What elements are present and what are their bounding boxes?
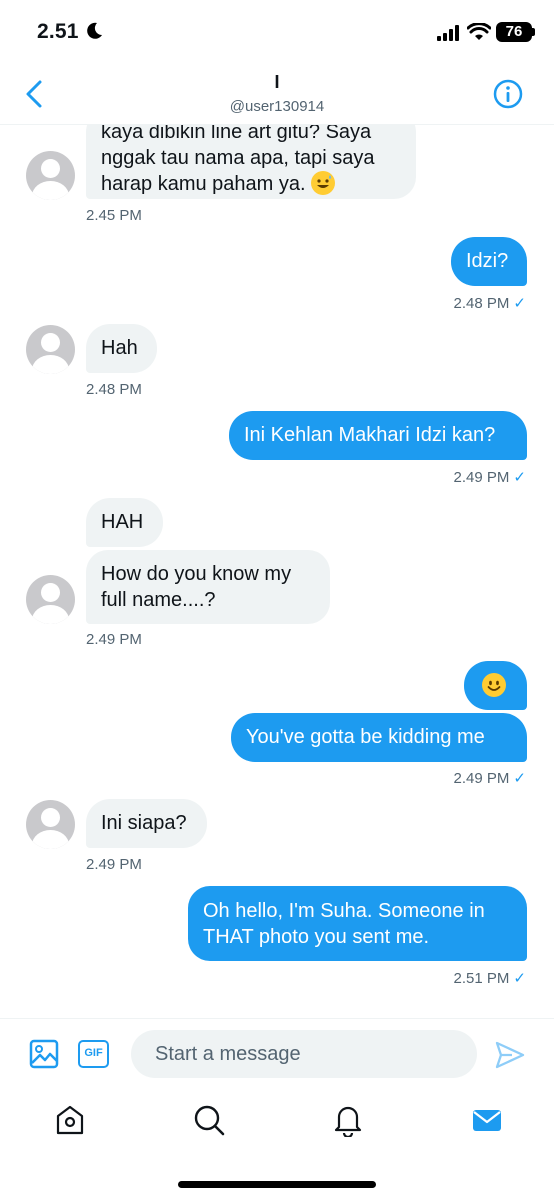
timestamp-text: 2.51 PM bbox=[453, 970, 510, 987]
message-timestamp: 2.49 PM bbox=[86, 856, 142, 873]
contact-handle[interactable]: @user130914 bbox=[0, 98, 554, 115]
battery-indicator: 76 bbox=[496, 22, 532, 42]
wifi-icon bbox=[467, 23, 491, 40]
message-bubble-outgoing[interactable]: Ini Kehlan Makhari Idzi kan? bbox=[229, 411, 527, 460]
message-timestamp: 2.49 PM bbox=[86, 631, 142, 648]
conversation-header: I @user130914 bbox=[0, 66, 554, 125]
message-text: Ini Kehlan Makhari Idzi kan? bbox=[244, 424, 496, 446]
search-icon[interactable] bbox=[192, 1103, 226, 1137]
home-indicator[interactable] bbox=[178, 1181, 376, 1188]
message-timestamp: 2.49 PM ✓ bbox=[454, 468, 526, 486]
message-text: You've gotta be kidding me bbox=[246, 726, 485, 748]
notifications-icon[interactable] bbox=[331, 1103, 365, 1137]
message-line: How do you know my bbox=[101, 563, 292, 585]
info-icon[interactable] bbox=[492, 78, 524, 110]
timestamp-text: 2.49 PM bbox=[453, 469, 510, 486]
message-bubble-incoming[interactable]: Hah bbox=[86, 324, 157, 373]
image-icon[interactable] bbox=[29, 1039, 59, 1069]
message-text: Ini siapa? bbox=[101, 812, 187, 834]
send-icon[interactable] bbox=[494, 1039, 526, 1071]
cellular-signal-icon bbox=[437, 25, 459, 41]
message-text: HAH bbox=[101, 511, 144, 533]
message-bubble-incoming[interactable]: kaya dibikin line art gitu? Saya nggak t… bbox=[86, 124, 416, 199]
gif-button[interactable]: GIF bbox=[78, 1040, 109, 1068]
message-line: full name....? bbox=[101, 589, 216, 611]
moon-icon bbox=[87, 22, 102, 39]
contact-name[interactable]: I bbox=[0, 72, 554, 93]
grinning-sweat-emoji bbox=[311, 171, 336, 195]
avatar[interactable] bbox=[26, 325, 75, 374]
sent-check-icon: ✓ bbox=[513, 970, 526, 987]
message-timestamp: 2.49 PM ✓ bbox=[454, 769, 526, 787]
status-time: 2.51 bbox=[37, 20, 79, 43]
sent-check-icon: ✓ bbox=[513, 469, 526, 486]
message-bubble-outgoing[interactable]: Oh hello, I'm Suha. Someone in THAT phot… bbox=[188, 886, 527, 961]
sent-check-icon: ✓ bbox=[513, 770, 526, 787]
messages-icon[interactable] bbox=[470, 1103, 504, 1137]
avatar[interactable] bbox=[26, 151, 75, 200]
message-timestamp: 2.51 PM ✓ bbox=[454, 969, 526, 987]
message-text: Idzi? bbox=[466, 250, 509, 272]
timestamp-text: 2.48 PM bbox=[453, 295, 510, 312]
message-line: THAT photo you sent me. bbox=[203, 926, 430, 948]
sent-check-icon: ✓ bbox=[513, 295, 526, 312]
message-bubble-incoming[interactable]: Ini siapa? bbox=[86, 799, 207, 848]
message-bubble-incoming[interactable]: How do you know my full name....? bbox=[86, 550, 330, 624]
message-text: Hah bbox=[101, 337, 138, 359]
battery-cap bbox=[532, 28, 535, 36]
message-line: kaya dibikin line art gitu? Saya bbox=[101, 124, 372, 143]
smiling-face-emoji bbox=[482, 673, 506, 697]
avatar[interactable] bbox=[26, 800, 75, 849]
message-input[interactable] bbox=[131, 1030, 477, 1078]
message-timestamp: 2.48 PM ✓ bbox=[454, 294, 526, 312]
message-bubble-incoming[interactable]: HAH bbox=[86, 498, 163, 547]
message-timestamp: 2.48 PM bbox=[86, 381, 142, 398]
status-bar: 2.51 76 bbox=[0, 0, 554, 66]
message-line: nggak tau nama apa, tapi saya bbox=[101, 147, 375, 169]
message-bubble-outgoing[interactable] bbox=[464, 661, 527, 710]
message-timestamp: 2.45 PM bbox=[86, 207, 142, 224]
message-line: Oh hello, I'm Suha. Someone in bbox=[203, 900, 485, 922]
timestamp-text: 2.49 PM bbox=[453, 770, 510, 787]
message-composer: GIF bbox=[0, 1018, 554, 1089]
message-text: harap kamu paham ya. bbox=[101, 173, 306, 195]
home-icon[interactable] bbox=[53, 1103, 87, 1137]
conversation-thread[interactable]: kaya dibikin line art gitu? Saya nggak t… bbox=[0, 124, 554, 1017]
message-bubble-outgoing[interactable]: You've gotta be kidding me bbox=[231, 713, 527, 762]
avatar[interactable] bbox=[26, 575, 75, 624]
message-bubble-outgoing[interactable]: Idzi? bbox=[451, 237, 527, 286]
message-line: harap kamu paham ya. bbox=[101, 171, 401, 197]
